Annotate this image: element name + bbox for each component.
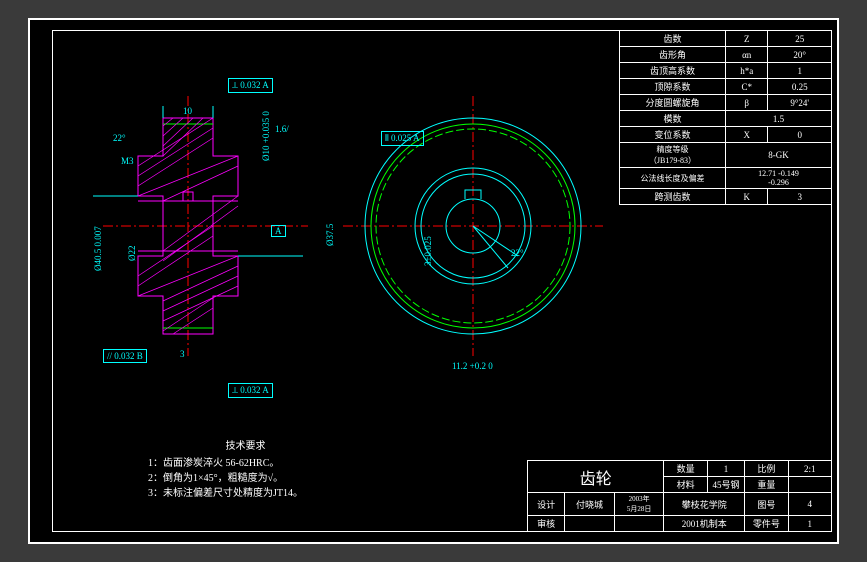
table-row: 分度圆螺旋角β9°24' bbox=[620, 95, 832, 111]
notes-title: 技术要求 bbox=[188, 439, 303, 454]
table-row: 齿形角αn20° bbox=[620, 47, 832, 63]
gd-t-runout: ⫴ 0.025 A bbox=[381, 131, 424, 146]
technical-notes: 技术要求 1：齿面渗炭淬火 56-62HRC。 2：倒角为1×45°，粗糙度为√… bbox=[148, 439, 303, 501]
part-name: 齿轮 bbox=[528, 461, 664, 493]
dim-angle-left: 22° bbox=[113, 133, 126, 143]
gd-t-perpendicular-top: ⟂ 0.032 A bbox=[228, 78, 273, 93]
gd-t-parallel: // 0.032 B bbox=[103, 349, 147, 363]
gear-parameter-table: 齿数Z25 齿形角αn20° 齿顶高系数h*a1 顶隙系数C*0.25 分度圆螺… bbox=[619, 30, 832, 205]
table-row: 变位系数X0 bbox=[620, 127, 832, 143]
title-block: 齿轮 数量1 比例2:1 材料45号钢 重量 设计 付晓城 2003年 5月28… bbox=[527, 460, 832, 532]
table-row: 顶隙系数C*0.25 bbox=[620, 79, 832, 95]
table-row: 模数1.5 bbox=[620, 111, 832, 127]
dim-22: Ø22 bbox=[127, 246, 137, 262]
dim-bore: Ø10 +0.035 0 bbox=[261, 111, 271, 161]
dim-od: Ø37.5 bbox=[325, 224, 335, 246]
dim-m3: M3 bbox=[121, 156, 134, 166]
dim-3: 3 bbox=[180, 349, 185, 359]
note-line: 2：倒角为1×45°，粗糙度为√。 bbox=[148, 471, 303, 486]
drawing-frame: ⟂ 0.032 A ⫴ 0.025 A ⟂ 0.032 A // 0.032 B… bbox=[52, 30, 832, 532]
table-row: 齿数Z25 bbox=[620, 31, 832, 47]
datum-a: A bbox=[271, 225, 286, 237]
surface-finish: 1.6/ bbox=[275, 124, 289, 134]
table-row: 精度等级 （JB179-83）8-GK bbox=[620, 143, 832, 168]
table-row: 跨测齿数K3 bbox=[620, 189, 832, 205]
dim-key-width: 11.2 +0.2 0 bbox=[452, 361, 493, 371]
dim-40: Ø40.5 0.007 bbox=[93, 226, 103, 271]
dim-key-depth: 3±0.025 bbox=[423, 236, 433, 266]
gd-t-perpendicular-bot: ⟂ 0.032 A bbox=[228, 383, 273, 398]
dim-width-10: 10 bbox=[183, 106, 192, 116]
note-line: 3：未标注偏差尺寸处精度为JT14。 bbox=[148, 486, 303, 501]
table-row: 齿顶高系数h*a1 bbox=[620, 63, 832, 79]
note-line: 1：齿面渗炭淬火 56-62HRC。 bbox=[148, 456, 303, 471]
table-row: 公法线长度及偏差12.71 -0.149 -0.296 bbox=[620, 168, 832, 189]
dim-angle-right: 22° bbox=[511, 248, 524, 258]
